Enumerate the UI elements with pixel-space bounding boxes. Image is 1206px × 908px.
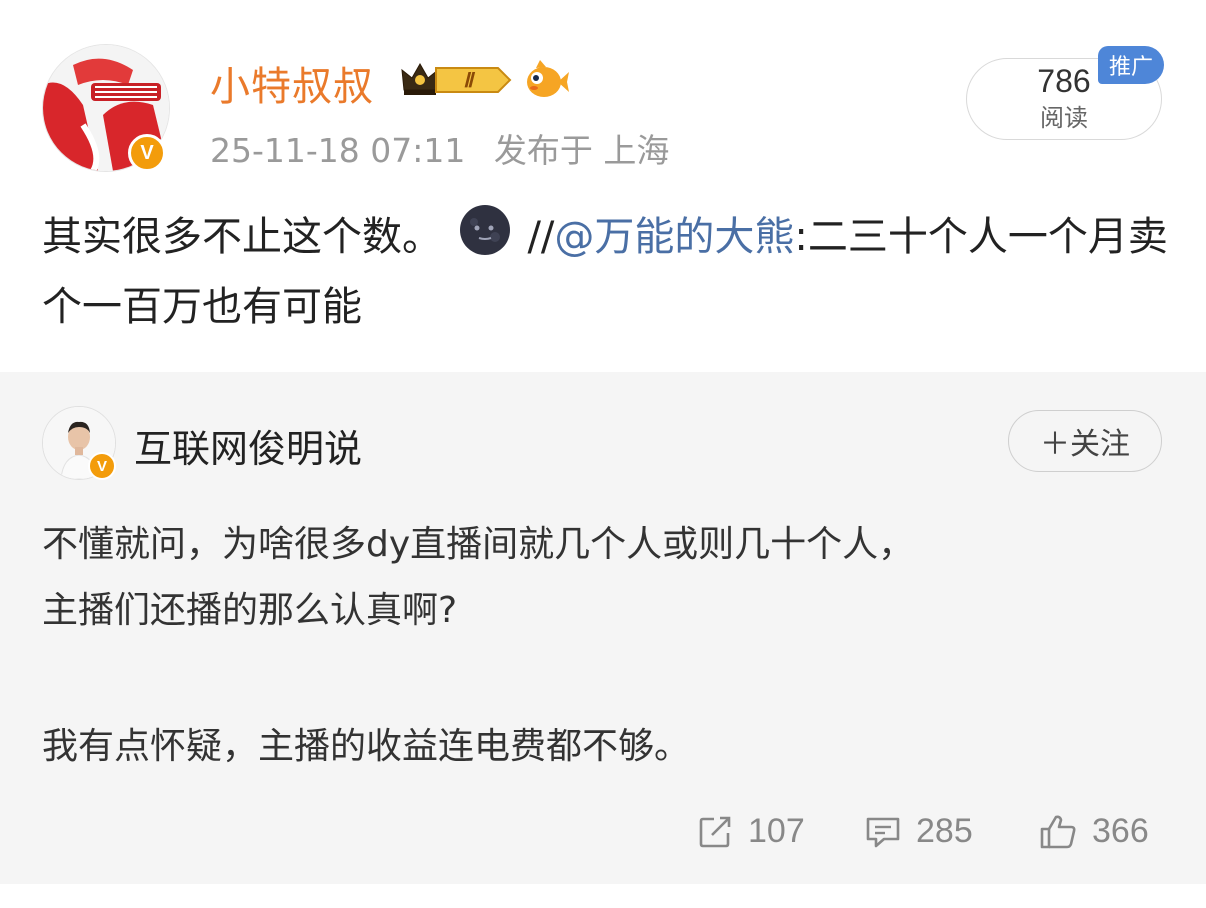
comment-count: 285 bbox=[916, 812, 973, 850]
read-label: 阅读 bbox=[1040, 104, 1088, 132]
fish-emoji-icon bbox=[522, 58, 570, 106]
mention-link[interactable]: @万能的大熊 bbox=[554, 214, 794, 260]
like-count: 366 bbox=[1092, 812, 1149, 850]
moon-emoji-icon bbox=[459, 204, 511, 275]
repost-author-name[interactable]: 互联网俊明说 bbox=[134, 418, 362, 473]
post-text-main: 其实很多不止这个数。 bbox=[42, 214, 442, 260]
weibo-post: V 小特叔叔 Ⅱ 25-11-18 07:11 发布于 上海 786 阅读 推广… bbox=[0, 0, 1206, 372]
comment-action[interactable]: 285 bbox=[864, 812, 973, 851]
repost-line-1: 不懂就问，为啥很多dy直播间就几个人或则几十个人， bbox=[42, 524, 915, 565]
like-icon bbox=[1040, 815, 1076, 848]
post-author-name[interactable]: 小特叔叔 bbox=[210, 54, 374, 112]
post-body: 其实很多不止这个数。 //@万能的大熊:二三十个人一个月卖个一百万也有可能 bbox=[42, 204, 1172, 339]
post-meta: 25-11-18 07:11 发布于 上海 bbox=[210, 124, 687, 172]
post-timestamp: 25-11-18 07:11 bbox=[210, 131, 466, 170]
bottom-spacer bbox=[0, 884, 1206, 908]
like-action[interactable]: 366 bbox=[1038, 812, 1149, 851]
verified-v-icon: V bbox=[128, 134, 166, 172]
promo-tag[interactable]: 推广 bbox=[1098, 46, 1164, 84]
repost-count: 107 bbox=[748, 812, 805, 850]
repost-line-2: 主播们还播的那么认真啊? bbox=[42, 590, 458, 631]
follow-button[interactable]: ＋关注 bbox=[1008, 410, 1162, 472]
post-location: 发布于 上海 bbox=[493, 131, 670, 170]
crown-badge-icon[interactable]: Ⅱ bbox=[398, 60, 516, 104]
repost-body: 不懂就问，为啥很多dy直播间就几个人或则几十个人， 主播们还播的那么认真啊? 我… bbox=[42, 512, 1162, 780]
action-bar: 107 285 366 bbox=[0, 812, 1206, 860]
verified-v-icon: V bbox=[88, 452, 116, 480]
repost-icon bbox=[699, 816, 731, 847]
repost-line-3: 我有点怀疑，主播的收益连电费都不够。 bbox=[42, 726, 691, 767]
comment-icon bbox=[866, 817, 900, 847]
repost-action[interactable]: 107 bbox=[698, 812, 805, 851]
repost-separator: // bbox=[527, 214, 555, 260]
